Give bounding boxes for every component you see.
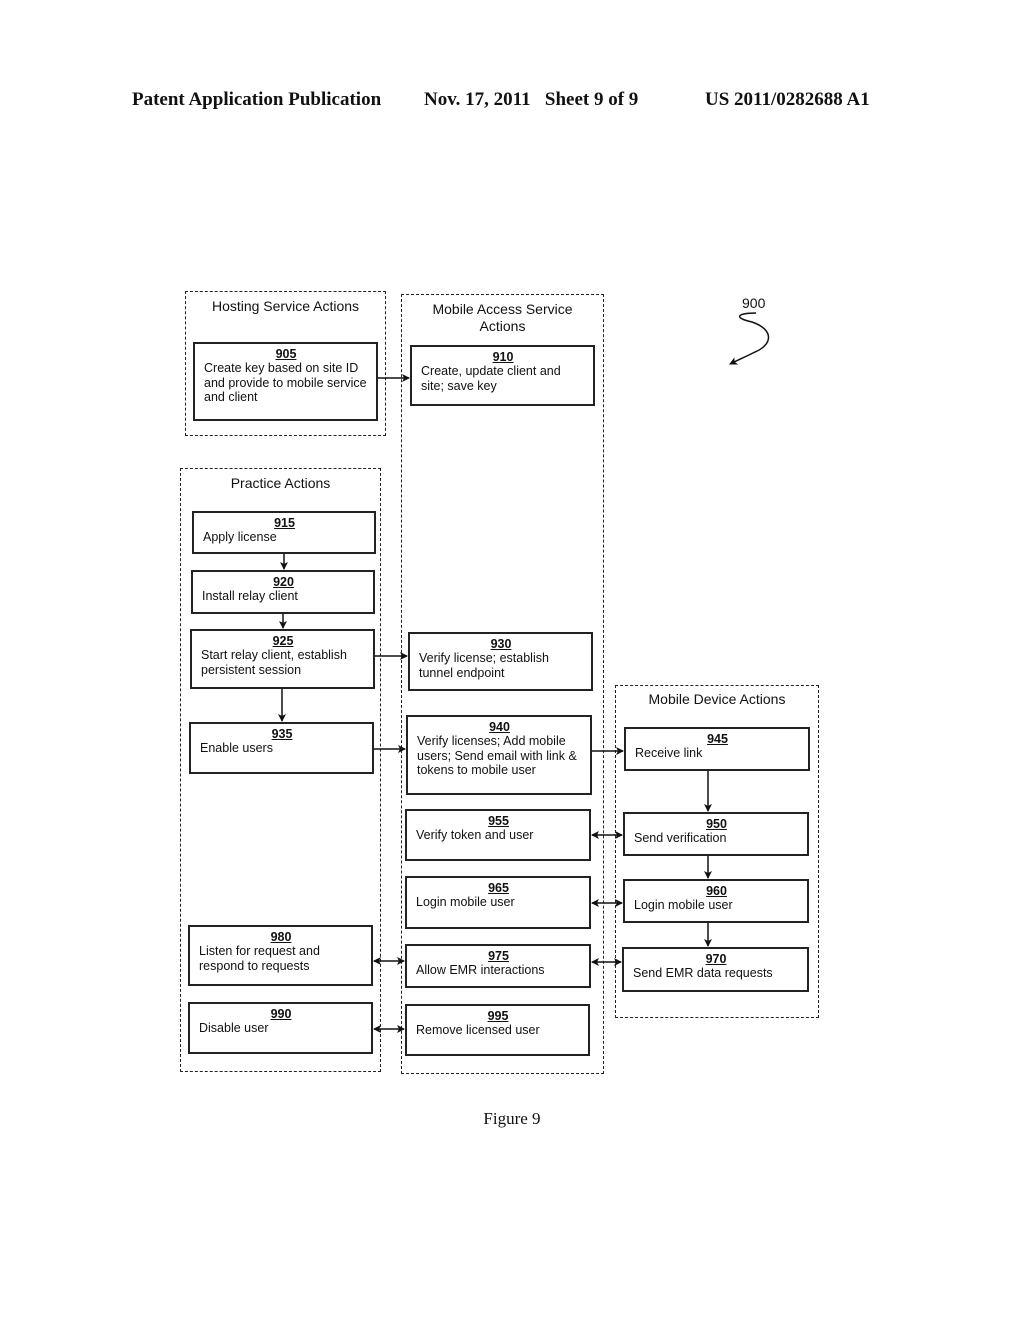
lane-title-practice: Practice Actions bbox=[230, 475, 331, 491]
step-920: 920 Install relay client bbox=[191, 570, 375, 614]
step-number: 930 bbox=[490, 637, 512, 651]
step-990: 990 Disable user bbox=[188, 1002, 373, 1054]
step-935: 935 Enable users bbox=[189, 722, 374, 774]
step-number: 955 bbox=[488, 814, 509, 828]
step-number: 920 bbox=[273, 575, 294, 589]
step-number: 935 bbox=[271, 727, 293, 741]
publication-label: Patent Application Publication bbox=[132, 89, 382, 110]
step-925: 925 Start relay client, establish persis… bbox=[190, 629, 375, 689]
step-number: 950 bbox=[706, 817, 727, 831]
step-915: 915 Apply license bbox=[192, 511, 376, 554]
step-940: 940 Verify licenses; Add mobile users; S… bbox=[406, 715, 592, 795]
lane-title-mobile-access: Mobile Access Service Actions bbox=[432, 301, 573, 334]
step-number: 995 bbox=[487, 1009, 509, 1023]
step-text: Remove licensed user bbox=[416, 1023, 540, 1037]
lane-title-mobile-device: Mobile Device Actions bbox=[648, 691, 786, 707]
step-text: Verify licenses; Add mobile users; Send … bbox=[417, 734, 577, 777]
step-930: 930 Verify license; establish tunnel end… bbox=[408, 632, 593, 691]
reference-leader-900 bbox=[729, 312, 770, 365]
step-number: 940 bbox=[489, 720, 510, 734]
step-text: Send verification bbox=[634, 831, 727, 845]
step-910: 910 Create, update client and site; save… bbox=[410, 345, 595, 406]
lane-title-hosting: Hosting Service Actions bbox=[211, 298, 360, 314]
step-number: 975 bbox=[488, 949, 509, 963]
step-970: 970 Send EMR data requests bbox=[622, 947, 809, 992]
step-number: 915 bbox=[274, 516, 295, 530]
step-text: Create key based on site ID and provide … bbox=[204, 361, 367, 404]
step-number: 980 bbox=[270, 930, 292, 944]
step-950: 950 Send verification bbox=[623, 812, 809, 856]
step-960: 960 Login mobile user bbox=[623, 879, 809, 923]
step-number: 925 bbox=[272, 634, 294, 648]
step-text: Install relay client bbox=[202, 589, 298, 603]
figure-reference-number: 900 bbox=[742, 295, 766, 311]
step-945: 945 Receive link bbox=[624, 727, 810, 771]
step-number: 965 bbox=[488, 881, 509, 895]
date-sheet-label: Nov. 17, 2011 Sheet 9 of 9 bbox=[424, 89, 639, 110]
step-text: Allow EMR interactions bbox=[416, 963, 545, 977]
step-text: Listen for request and respond to reques… bbox=[199, 944, 320, 973]
step-980: 980 Listen for request and respond to re… bbox=[188, 925, 373, 986]
step-text: Disable user bbox=[199, 1021, 269, 1035]
step-905: 905 Create key based on site ID and prov… bbox=[193, 342, 378, 421]
step-number: 945 bbox=[707, 732, 728, 746]
step-number: 990 bbox=[270, 1007, 292, 1021]
step-number: 905 bbox=[275, 347, 297, 361]
step-text: Login mobile user bbox=[634, 898, 733, 912]
step-text: Send EMR data requests bbox=[633, 966, 773, 980]
step-955: 955 Verify token and user bbox=[405, 809, 591, 861]
step-975: 975 Allow EMR interactions bbox=[405, 944, 591, 988]
step-number: 910 bbox=[492, 350, 514, 364]
step-995: 995 Remove licensed user bbox=[405, 1004, 590, 1056]
step-text: Verify token and user bbox=[416, 828, 534, 842]
step-text: Apply license bbox=[203, 530, 277, 544]
step-text: Start relay client, establish persistent… bbox=[201, 648, 347, 677]
step-number: 970 bbox=[705, 952, 727, 966]
step-text: Receive link bbox=[635, 746, 703, 760]
step-text: Enable users bbox=[200, 741, 273, 755]
step-965: 965 Login mobile user bbox=[405, 876, 591, 929]
step-number: 960 bbox=[706, 884, 727, 898]
step-text: Login mobile user bbox=[416, 895, 515, 909]
patent-number: US 2011/0282688 A1 bbox=[705, 89, 870, 110]
step-text: Create, update client and site; save key bbox=[421, 364, 561, 393]
figure-caption: Figure 9 bbox=[483, 1109, 541, 1128]
step-text: Verify license; establish tunnel endpoin… bbox=[419, 651, 549, 680]
